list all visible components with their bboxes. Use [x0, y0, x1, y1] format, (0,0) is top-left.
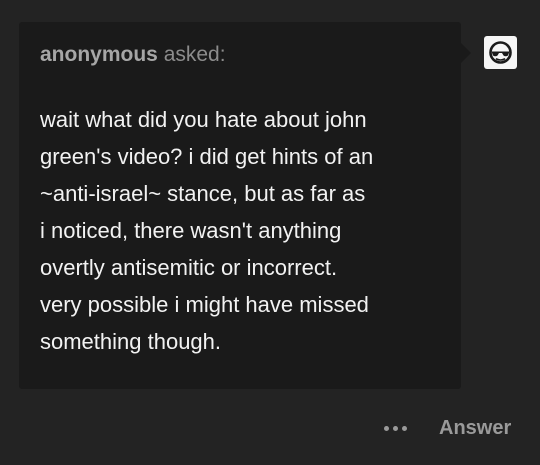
ask-card: anonymous asked: wait what did you hate … [19, 22, 471, 389]
asker-name-link[interactable]: anonymous [40, 43, 158, 66]
anonymous-avatar-icon [484, 36, 517, 69]
more-options-button[interactable] [378, 416, 414, 440]
answer-button[interactable]: Answer [439, 415, 511, 441]
sunglasses-face-icon [489, 41, 512, 64]
more-dot [402, 426, 407, 431]
more-dot [393, 426, 398, 431]
asked-label: asked: [157, 43, 226, 66]
asker-line: anonymous asked: [40, 42, 226, 68]
more-dot [384, 426, 389, 431]
question-text: wait what did you hate about john green'… [40, 107, 374, 354]
ask-actions-bar: Answer [0, 410, 540, 446]
